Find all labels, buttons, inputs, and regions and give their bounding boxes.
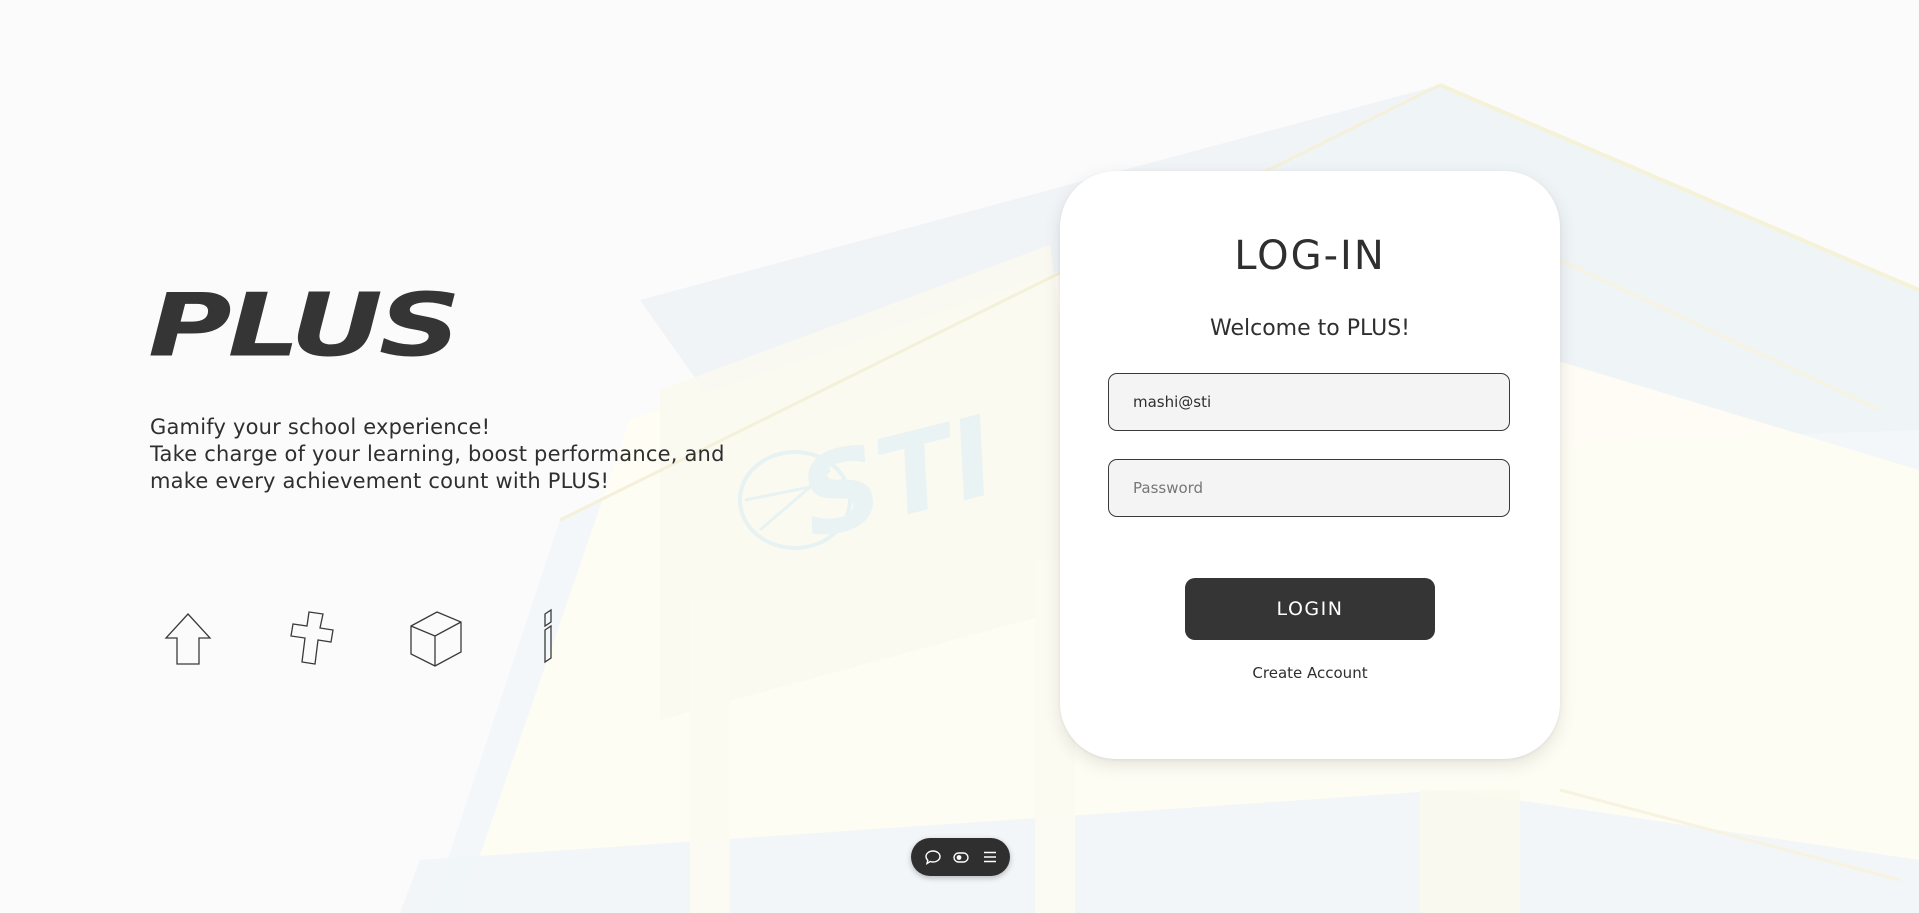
- tagline: Gamify your school experience! Take char…: [150, 414, 790, 495]
- chat-bubble-icon[interactable]: [924, 848, 942, 866]
- svg-text:STI: STI: [787, 392, 1007, 563]
- svg-text:PLUS: PLUS: [148, 275, 457, 368]
- plus-shape-icon: [285, 608, 345, 668]
- email-field[interactable]: [1108, 373, 1510, 431]
- welcome-text: Welcome to PLUS!: [1209, 316, 1411, 341]
- toggle-icon[interactable]: [952, 848, 970, 866]
- login-title: LOG-IN: [1234, 233, 1386, 279]
- password-field[interactable]: [1108, 459, 1510, 517]
- login-button[interactable]: LOGIN: [1185, 578, 1435, 640]
- letter-i-icon: [525, 608, 585, 668]
- plus-logo: PLUS: [148, 268, 493, 376]
- tagline-line-3: make every achievement count with PLUS!: [150, 469, 610, 493]
- create-account-link[interactable]: Create Account: [1060, 664, 1560, 682]
- floating-toolbar: [911, 838, 1010, 876]
- cube-icon: [405, 608, 465, 668]
- login-card: LOG-IN Welcome to PLUS! LOGIN Create Acc…: [1060, 171, 1560, 759]
- arrow-up-icon: [160, 608, 220, 668]
- tagline-line-1: Gamify your school experience!: [150, 415, 491, 439]
- menu-icon[interactable]: [981, 848, 999, 866]
- tagline-line-2: Take charge of your learning, boost perf…: [150, 442, 725, 466]
